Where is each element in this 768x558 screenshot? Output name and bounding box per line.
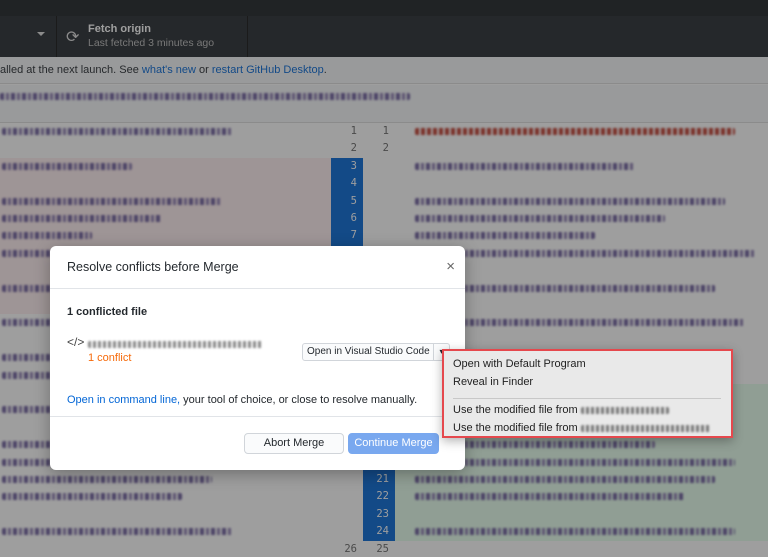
menu-label: Use the modified file from [453,422,578,434]
dialog-title: Resolve conflicts before Merge [50,246,465,289]
hint-text: your tool of choice, or close to resolve… [180,394,418,406]
dialog-footer: Abort Merge Continue Merge [50,416,465,470]
abort-merge-button[interactable]: Abort Merge [244,433,344,454]
file-code-icon: </> [67,335,85,349]
close-icon[interactable]: × [446,258,455,275]
open-in-editor-button[interactable]: Open in Visual Studio Code▾ [302,343,450,361]
menu-label: Use the modified file from [453,404,578,416]
open-command-line-link[interactable]: Open in command line, [67,394,180,406]
menu-item-reveal-finder[interactable]: Reveal in Finder [453,374,533,391]
menu-label: Reveal in Finder [453,376,534,388]
menu-item-use-modified-ours[interactable]: Use the modified file from [453,402,669,419]
continue-merge-button[interactable]: Continue Merge [348,433,439,454]
open-button-label: Open in Visual Studio Code [307,346,430,357]
menu-item-open-default[interactable]: Open with Default Program [453,356,586,373]
menu-item-use-modified-theirs[interactable]: Use the modified file from [453,420,711,437]
menu-label: Open with Default Program [453,358,586,370]
conflicted-files-heading: 1 conflicted file [67,306,148,318]
conflict-count: 1 conflict [88,352,132,364]
resolve-conflicts-dialog: Resolve conflicts before Merge × 1 confl… [50,246,465,470]
open-options-menu: Open with Default Program Reveal in Find… [442,349,733,438]
menu-separator [453,398,721,399]
blurred-branch [580,406,669,414]
command-line-hint: Open in command line, your tool of choic… [67,394,417,406]
conflicted-file-name [88,341,263,348]
blurred-branch [580,424,711,432]
